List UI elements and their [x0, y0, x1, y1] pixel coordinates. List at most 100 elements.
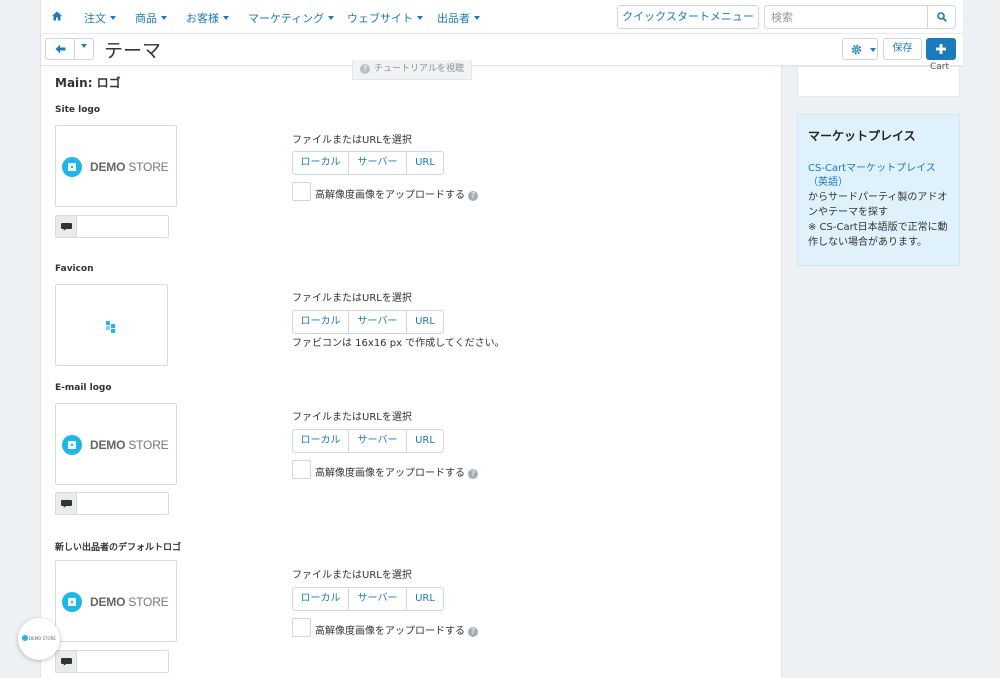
favicon-preview: [55, 284, 168, 366]
help-icon[interactable]: ?: [468, 627, 478, 637]
marketplace-title: マーケットプレイス: [808, 129, 916, 143]
chevron-down-icon: [474, 16, 480, 20]
add-button[interactable]: [926, 38, 956, 60]
settings-button[interactable]: [842, 38, 878, 60]
server-button[interactable]: サーバー: [349, 430, 407, 452]
hidpi-label-text: 高解像度画像をアップロードする: [315, 626, 465, 637]
plus-icon: [936, 44, 946, 54]
nav-customers[interactable]: お客様: [186, 10, 229, 26]
nav-customers-label: お客様: [186, 12, 219, 25]
server-button[interactable]: サーバー: [349, 588, 407, 610]
local-button[interactable]: ローカル: [293, 430, 349, 452]
hidpi-label-text: 高解像度画像をアップロードする: [315, 190, 465, 201]
tutorial-button[interactable]: ? チュートリアルを視聴: [352, 60, 472, 80]
logo-mark-icon: [62, 592, 82, 612]
floating-store-badge[interactable]: DEMO STORE: [18, 618, 60, 660]
site-logo-alt-field[interactable]: [55, 215, 169, 238]
hidpi-label: 高解像度画像をアップロードする?: [315, 464, 478, 479]
vendor-logo-preview: DEMO STORE: [55, 560, 177, 642]
favicon-note: ファビコンは 16x16 px で作成してください。: [292, 338, 505, 349]
quickstart-label: クイックスタートメニュー: [622, 10, 754, 23]
site-logo-alt-input[interactable]: [78, 216, 168, 237]
nav-vendors[interactable]: 出品者: [437, 10, 480, 26]
local-button[interactable]: ローカル: [293, 311, 349, 333]
hidpi-label: 高解像度画像をアップロードする?: [315, 622, 478, 637]
hidpi-checkbox[interactable]: [292, 460, 311, 479]
email-logo-alt-field[interactable]: [55, 492, 169, 515]
hidpi-checkbox[interactable]: [292, 182, 311, 201]
help-icon[interactable]: ?: [468, 191, 478, 201]
url-button[interactable]: URL: [407, 588, 443, 610]
gear-icon: [851, 44, 862, 55]
email-logo-source-buttons: ローカル サーバー URL: [292, 429, 444, 453]
nav-website[interactable]: ウェブサイト: [347, 10, 423, 26]
marketplace-note: ※ CS-Cart日本語版で正常に動作しない場合があります。: [808, 222, 948, 248]
marketplace-card: マーケットプレイス CS-Cartマーケットプレイス（英語） からサードパーティ…: [797, 114, 960, 266]
server-button[interactable]: サーバー: [349, 311, 407, 333]
logo-word-light: STORE: [125, 595, 169, 609]
file-select-label: ファイルまたはURLを選択: [292, 570, 412, 581]
vendor-logo-alt-input[interactable]: [78, 651, 168, 672]
back-button[interactable]: [45, 38, 75, 60]
marketplace-link[interactable]: CS-Cartマーケットプレイス（英語）: [808, 162, 949, 190]
file-select-label: ファイルまたはURLを選択: [292, 412, 412, 423]
hidpi-label: 高解像度画像をアップロードする?: [315, 186, 478, 201]
chevron-down-icon: [110, 16, 116, 20]
logo-word-light: STORE: [125, 160, 169, 174]
help-icon[interactable]: ?: [468, 469, 478, 479]
search-input[interactable]: [764, 5, 928, 29]
local-button[interactable]: ローカル: [293, 588, 349, 610]
question-icon: ?: [360, 64, 371, 74]
search-icon: [937, 12, 947, 22]
chevron-down-icon: [417, 16, 423, 20]
favicon-icon: [106, 321, 115, 333]
email-logo-heading: E-mail logo: [55, 383, 112, 393]
home-icon[interactable]: [52, 11, 62, 21]
back-dropdown-button[interactable]: [74, 38, 94, 60]
quickstart-menu-button[interactable]: クイックスタートメニュー: [617, 5, 759, 40]
save-button[interactable]: 保存: [883, 38, 922, 60]
sidebar-cart-text: Cart: [929, 62, 949, 72]
site-logo-source-buttons: ローカル サーバー URL: [292, 151, 444, 175]
email-logo-preview: DEMO STORE: [55, 403, 177, 485]
site-logo-preview: DEMO STORE: [55, 125, 177, 207]
title-bar: [41, 34, 963, 66]
comment-icon: [56, 493, 77, 514]
chevron-down-icon: [161, 16, 167, 20]
sidebar-top-card: Cart: [797, 62, 960, 97]
url-button[interactable]: URL: [407, 311, 443, 333]
logo-mark-icon: [62, 157, 82, 177]
server-button[interactable]: サーバー: [349, 152, 407, 174]
section-title: Main: ロゴ: [55, 76, 121, 90]
logo-word-bold: DEMO: [90, 438, 126, 452]
vendor-logo-alt-field[interactable]: [55, 650, 169, 673]
floating-store-label: DEMO STORE: [29, 636, 56, 641]
local-button[interactable]: ローカル: [293, 152, 349, 174]
logo-word-light: STORE: [125, 438, 169, 452]
nav-vendors-label: 出品者: [437, 12, 470, 25]
nav-orders-label: 注文: [84, 12, 106, 25]
nav-products[interactable]: 商品: [135, 10, 167, 26]
favicon-source-buttons: ローカル サーバー URL: [292, 310, 444, 334]
nav-marketing[interactable]: マーケティング: [248, 10, 335, 26]
email-logo-alt-input[interactable]: [78, 493, 168, 514]
tutorial-label: チュートリアルを視聴: [374, 64, 464, 74]
nav-products-label: 商品: [135, 12, 157, 25]
logo-word-bold: DEMO: [90, 160, 126, 174]
favicon-heading: Favicon: [55, 264, 94, 274]
hidpi-label-text: 高解像度画像をアップロードする: [315, 468, 465, 479]
chevron-down-icon: [328, 16, 335, 20]
nav-website-label: ウェブサイト: [347, 12, 413, 25]
nav-marketing-label: マーケティング: [248, 12, 325, 25]
url-button[interactable]: URL: [407, 152, 443, 174]
vendor-logo-heading: 新しい出品者のデフォルトロゴ: [55, 543, 182, 553]
nav-orders[interactable]: 注文: [84, 10, 116, 26]
page-title: テーマ: [104, 40, 162, 62]
url-button[interactable]: URL: [407, 430, 443, 452]
logo-mark-icon: [22, 635, 28, 641]
file-select-label: ファイルまたはURLを選択: [292, 135, 412, 146]
arrow-left-icon: [55, 44, 66, 54]
comment-icon: [56, 651, 77, 672]
hidpi-checkbox[interactable]: [292, 618, 311, 637]
search-button[interactable]: [927, 5, 956, 29]
